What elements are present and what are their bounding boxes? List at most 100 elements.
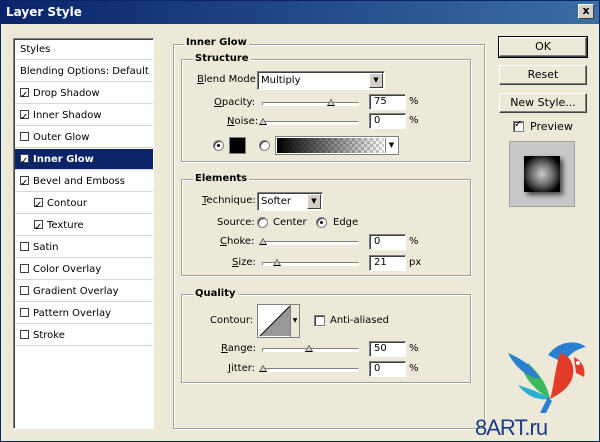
- choke-slider-thumb[interactable]: [259, 238, 267, 245]
- range-label: Range:: [221, 343, 257, 354]
- noise-input[interactable]: 0: [369, 113, 406, 129]
- style-item-label: Blending Options: Default: [20, 66, 149, 77]
- style-item-label: Satin: [33, 242, 59, 253]
- noise-slider-thumb[interactable]: [259, 118, 267, 125]
- chevron-down-icon: ▼: [369, 73, 383, 88]
- style-item[interactable]: Texture: [15, 215, 153, 238]
- preview-swatch: [524, 156, 560, 192]
- style-item-label: Color Overlay: [33, 264, 102, 275]
- style-item[interactable]: Satin: [15, 237, 153, 258]
- style-item[interactable]: Drop Shadow: [15, 83, 153, 106]
- gradient-fill-radio[interactable]: [259, 140, 270, 151]
- watermark-text: 8ART.ru: [475, 415, 548, 440]
- jitter-unit: %: [409, 363, 419, 374]
- size-input[interactable]: 21: [369, 255, 406, 271]
- style-item-checkbox[interactable]: [34, 195, 43, 216]
- source-label: Source:: [217, 217, 255, 228]
- style-item-checkbox[interactable]: [20, 132, 29, 141]
- style-item-checkbox[interactable]: [20, 173, 29, 194]
- choke-label: Choke:: [220, 236, 255, 247]
- source-center-label: Center: [273, 217, 307, 228]
- blend-mode-value: Multiply: [261, 75, 301, 86]
- reset-button[interactable]: Reset: [499, 65, 587, 85]
- color-fill-radio[interactable]: [213, 140, 224, 151]
- chevron-down-icon: ▼: [385, 138, 397, 153]
- glow-color-swatch[interactable]: [229, 137, 246, 154]
- anti-aliased-label: Anti-aliased: [330, 315, 390, 326]
- opacity-slider-thumb[interactable]: [327, 99, 336, 106]
- contour-curve-icon: [259, 305, 291, 337]
- blend-mode-label: Blend Mode:: [197, 74, 260, 85]
- ok-button[interactable]: OK: [498, 36, 588, 58]
- style-item-label: Bevel and Emboss: [33, 176, 125, 187]
- blend-mode-select[interactable]: Multiply ▼: [257, 71, 385, 90]
- close-button[interactable]: x: [578, 4, 594, 19]
- style-item[interactable]: Pattern Overlay: [15, 303, 153, 324]
- style-item-label: Stroke: [33, 330, 65, 341]
- style-item[interactable]: Outer Glow: [15, 127, 153, 148]
- parrot-logo-icon: [508, 342, 586, 413]
- style-item-label: Texture: [47, 220, 84, 231]
- style-item-checkbox[interactable]: [20, 308, 29, 317]
- range-input[interactable]: 50: [369, 341, 406, 357]
- choke-input[interactable]: 0: [369, 234, 406, 250]
- style-item[interactable]: Inner Shadow: [15, 105, 153, 128]
- range-unit: %: [409, 343, 419, 354]
- opacity-unit: %: [409, 96, 419, 107]
- new-style-button[interactable]: New Style...: [499, 93, 587, 113]
- structure-title: Structure: [193, 53, 251, 64]
- contour-picker[interactable]: ▼: [257, 304, 300, 338]
- style-item-label: Inner Shadow: [33, 110, 102, 121]
- style-item[interactable]: Contour: [15, 193, 153, 216]
- style-item[interactable]: Stroke: [15, 325, 153, 346]
- style-preview-thumbnail: [509, 141, 575, 207]
- style-item-checkbox[interactable]: [20, 264, 29, 273]
- preview-label: Preview: [530, 120, 573, 133]
- gradient-preview: [277, 138, 384, 153]
- contour-label: Contour:: [210, 315, 254, 326]
- style-item-checkbox[interactable]: [20, 107, 29, 128]
- style-item-checkbox[interactable]: [20, 85, 29, 106]
- style-item[interactable]: Bevel and Emboss: [15, 171, 153, 194]
- size-unit: px: [409, 257, 422, 268]
- style-item-label: Drop Shadow: [33, 88, 100, 99]
- choke-unit: %: [409, 236, 419, 247]
- opacity-input[interactable]: 75: [369, 94, 406, 110]
- anti-aliased-checkbox[interactable]: [314, 315, 325, 326]
- noise-unit: %: [409, 115, 419, 126]
- source-edge-radio[interactable]: [316, 217, 327, 228]
- size-slider[interactable]: [262, 259, 359, 266]
- source-center-radio[interactable]: [257, 217, 268, 228]
- style-item-checkbox[interactable]: [34, 217, 43, 238]
- technique-select[interactable]: Softer ▼: [257, 192, 323, 211]
- jitter-input[interactable]: 0: [369, 361, 406, 377]
- preview-checkbox[interactable]: [513, 119, 524, 132]
- noise-slider[interactable]: [259, 118, 359, 125]
- style-item[interactable]: Blending Options: Default: [15, 61, 153, 82]
- style-item-label: Contour: [47, 198, 87, 209]
- range-slider[interactable]: [262, 345, 359, 352]
- range-slider-thumb[interactable]: [304, 345, 313, 352]
- noise-label: Noise:: [227, 116, 259, 127]
- opacity-slider[interactable]: [262, 99, 359, 106]
- style-item-label: Gradient Overlay: [33, 286, 119, 297]
- style-item-label: Outer Glow: [33, 132, 90, 143]
- jitter-slider-thumb[interactable]: [259, 365, 267, 372]
- style-item-checkbox[interactable]: [20, 286, 29, 295]
- style-item-checkbox[interactable]: [20, 242, 29, 251]
- window-title: Layer Style: [6, 5, 82, 19]
- style-item-checkbox[interactable]: [20, 330, 29, 339]
- styles-header[interactable]: Styles: [15, 39, 153, 60]
- gradient-picker[interactable]: ▼: [275, 136, 399, 155]
- style-item[interactable]: Color Overlay: [15, 259, 153, 280]
- inner-glow-title: Inner Glow: [184, 37, 249, 48]
- style-item-label: Inner Glow: [33, 154, 94, 165]
- quality-title: Quality: [193, 288, 238, 299]
- style-item[interactable]: Gradient Overlay: [15, 281, 153, 302]
- size-slider-thumb[interactable]: [273, 259, 281, 266]
- choke-slider[interactable]: [259, 238, 359, 245]
- chevron-down-icon: ▼: [290, 305, 299, 337]
- style-item-checkbox[interactable]: [20, 151, 29, 172]
- jitter-slider[interactable]: [259, 365, 359, 372]
- style-item[interactable]: Inner Glow: [15, 149, 153, 172]
